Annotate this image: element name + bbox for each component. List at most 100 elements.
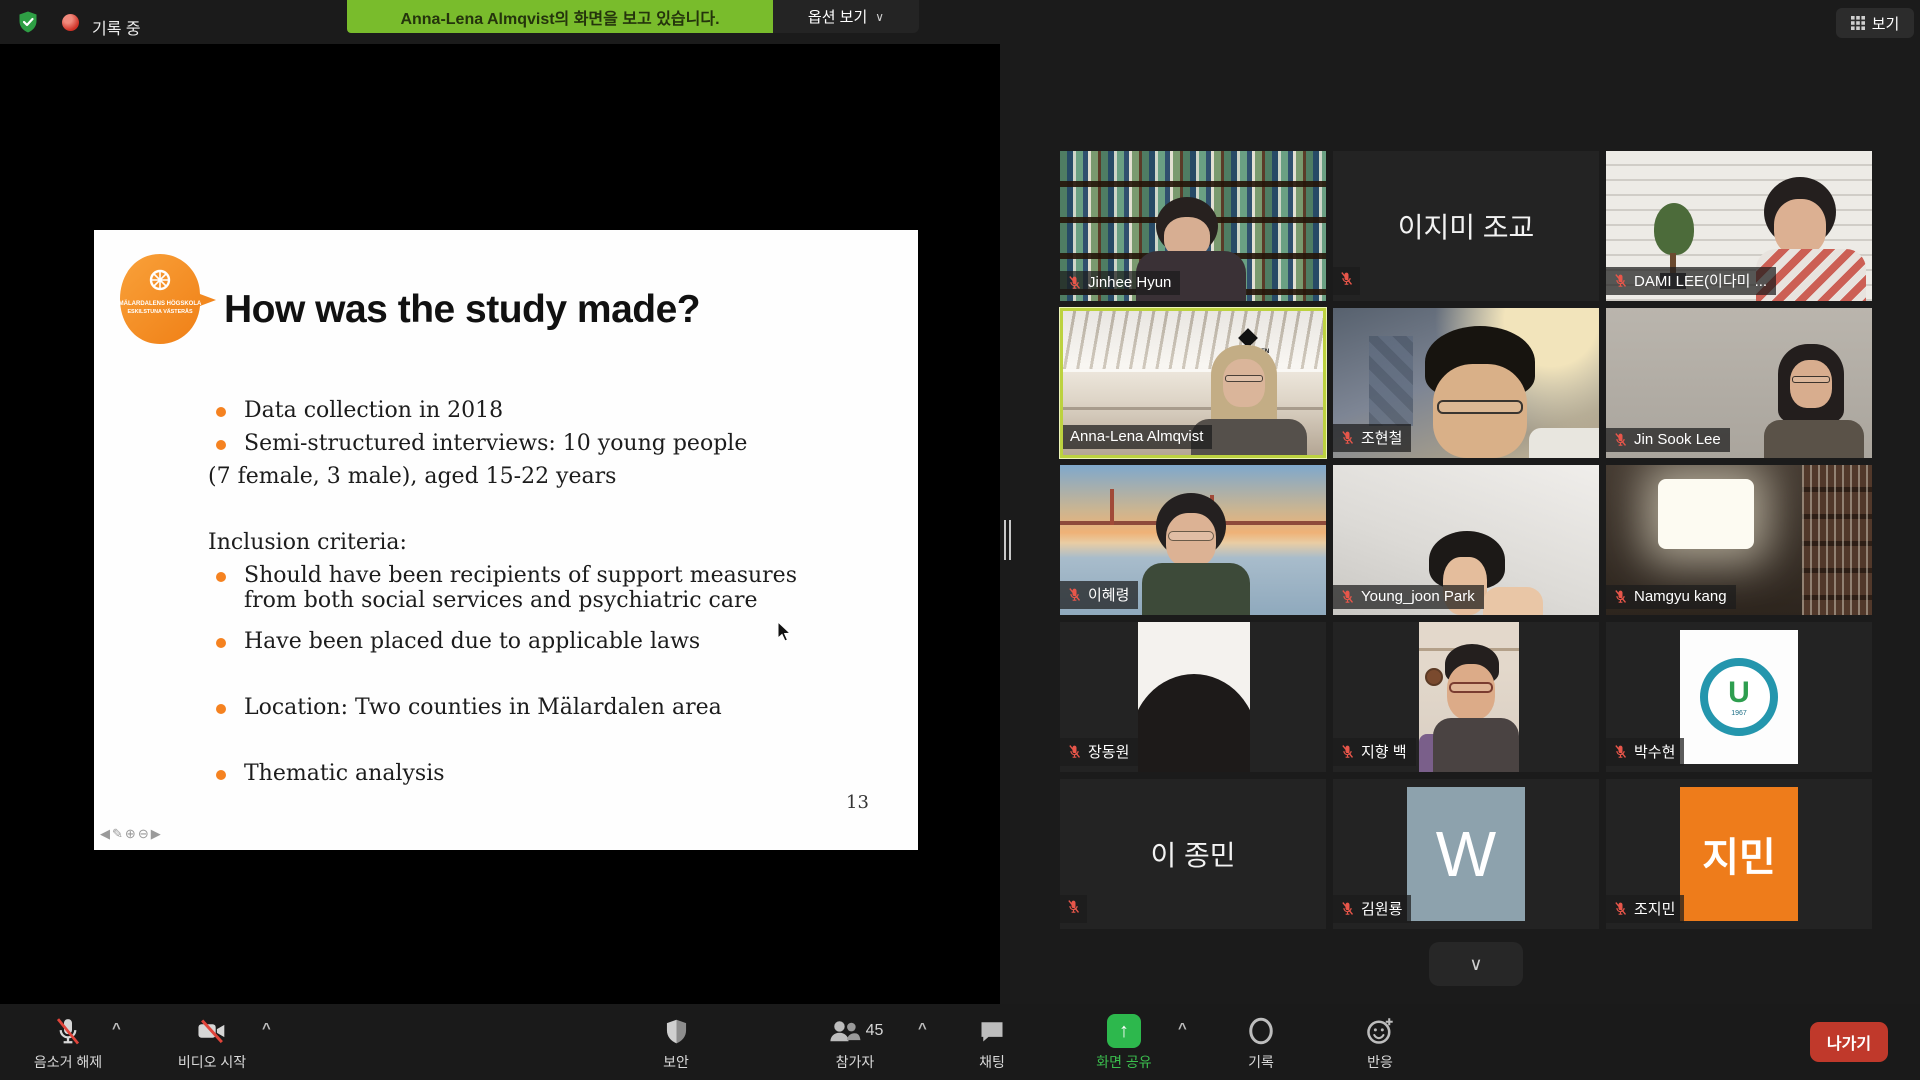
- meeting-toolbar: 음소거 해제 ^ 비디오 시작 ^ 보안: [0, 1004, 1920, 1080]
- participant-name-label: 지향 백: [1333, 738, 1416, 766]
- video-options-caret[interactable]: ^: [262, 1020, 271, 1037]
- video-tile-dami-lee[interactable]: DAMI LEE(이다미 ...: [1606, 151, 1872, 301]
- participant-name-label: 조지민: [1606, 895, 1684, 923]
- muted-mic-icon: [1340, 589, 1355, 604]
- muted-mic-icon: [1613, 589, 1628, 604]
- slide-bullet-line: Should have been recipients of support m…: [214, 563, 814, 613]
- nav-pen-icon: ✎: [112, 826, 125, 841]
- video-tile-anna-lena-almqvist-speaking[interactable]: MÄLARDALEN UNIVERSITY SWEDEN Anna-Lena A…: [1060, 308, 1326, 458]
- participant-name-label: DAMI LEE(이다미 ...: [1606, 267, 1776, 295]
- muted-mic-badge: [1333, 267, 1360, 295]
- bullet-dot-icon: [216, 440, 226, 450]
- chevron-down-icon: ∨: [875, 10, 884, 24]
- view-options-button[interactable]: 옵션 보기 ∨: [773, 0, 919, 33]
- viewing-screen-banner: Anna-Lena Almqvist의 화면을 보고 있습니다.: [347, 0, 773, 33]
- slide-text-line: (7 female, 3 male), aged 15-22 years: [208, 464, 808, 489]
- view-layout-button[interactable]: 보기: [1836, 8, 1914, 38]
- chat-bubble-icon: [978, 1017, 1006, 1045]
- chevron-down-icon: ∨: [1469, 954, 1482, 975]
- slide-page-number: 13: [846, 792, 869, 813]
- video-tile-young-joon-park[interactable]: Young_joon Park: [1333, 465, 1599, 615]
- participant-display-name: 이 종민: [1060, 779, 1326, 929]
- association-logo: U 1967: [1680, 630, 1798, 764]
- participant-name-label: 장동원: [1060, 738, 1138, 766]
- nav-circle-icon: ⊖: [138, 826, 151, 841]
- presentation-slide: MÄLARDALENS HÖGSKOLA ESKILSTUNA VÄSTERÅS…: [94, 230, 918, 850]
- muted-mic-icon: [1340, 744, 1355, 759]
- video-tile-lee-hye-ryeong[interactable]: 이혜령: [1060, 465, 1326, 615]
- nav-prev-icon: ◀: [100, 826, 112, 841]
- nav-circle-icon: ⊕: [125, 826, 138, 841]
- muted-mic-icon: [1340, 901, 1355, 916]
- nav-next-icon: ▶: [151, 826, 163, 841]
- bullet-dot-icon: [216, 572, 226, 582]
- participant-name-label: Anna-Lena Almqvist: [1063, 425, 1212, 449]
- mic-options-caret[interactable]: ^: [112, 1020, 121, 1037]
- video-tile-jang-dong-won[interactable]: 장동원: [1060, 622, 1326, 772]
- muted-mic-icon: [1066, 899, 1081, 914]
- muted-mic-icon: [1613, 432, 1628, 447]
- muted-mic-icon: [1613, 273, 1628, 288]
- participant-name-label: 박수현: [1606, 738, 1684, 766]
- recording-label: 기록 중: [92, 15, 141, 39]
- participant-name-label: Jinhee Hyun: [1060, 271, 1180, 295]
- muted-mic-icon: [1067, 744, 1082, 759]
- muted-mic-icon: [1067, 587, 1082, 602]
- record-button[interactable]: 기록: [1201, 1012, 1321, 1072]
- panel-resize-handle[interactable]: [1004, 520, 1014, 560]
- participants-options-caret[interactable]: ^: [918, 1020, 927, 1037]
- video-tile-jinhee-hyun[interactable]: Jinhee Hyun: [1060, 151, 1326, 301]
- video-tile-jin-sook-lee[interactable]: Jin Sook Lee: [1606, 308, 1872, 458]
- top-bar: 기록 중 Anna-Lena Almqvist의 화면을 보고 있습니다. 옵션…: [0, 0, 1920, 44]
- participants-count: 45: [866, 1022, 884, 1040]
- slide-nav-icons: ◀✎⊕⊖▶: [100, 826, 163, 842]
- muted-mic-icon: [1613, 744, 1628, 759]
- svg-text:MÄLARDALENS HÖGSKOLA: MÄLARDALENS HÖGSKOLA: [119, 300, 202, 307]
- video-tile-cho-hyun-chul[interactable]: 조현철: [1333, 308, 1599, 458]
- mouse-cursor: [777, 621, 793, 643]
- slide-bullet-line: Have been placed due to applicable laws: [214, 629, 814, 654]
- leave-meeting-button[interactable]: 나가기: [1810, 1022, 1888, 1062]
- letter-avatar: W: [1407, 787, 1525, 921]
- slide-bullet-line: Semi-structured interviews: 10 young peo…: [214, 431, 814, 456]
- security-shield-icon[interactable]: [16, 10, 40, 34]
- video-off-icon: [196, 1016, 228, 1046]
- grid-view-icon: [1851, 16, 1865, 30]
- chat-button[interactable]: 채팅: [932, 1012, 1052, 1072]
- slide-bullet-line: Data collection in 2018: [214, 398, 814, 423]
- bullet-dot-icon: [216, 770, 226, 780]
- record-circle-icon: [1246, 1016, 1276, 1046]
- muted-mic-icon: [53, 1016, 83, 1046]
- more-participants-button[interactable]: ∨: [1429, 942, 1523, 986]
- start-video-button[interactable]: 비디오 시작: [152, 1012, 272, 1072]
- security-button[interactable]: 보안: [616, 1012, 736, 1072]
- shared-screen-region: MÄLARDALENS HÖGSKOLA ESKILSTUNA VÄSTERÅS…: [0, 44, 1000, 1004]
- muted-mic-icon: [1613, 901, 1628, 916]
- video-tile-name-only[interactable]: 이 종민: [1060, 779, 1326, 929]
- bullet-dot-icon: [216, 638, 226, 648]
- muted-mic-icon: [1339, 271, 1354, 286]
- video-tile-name-only[interactable]: 이지미 조교: [1333, 151, 1599, 301]
- video-tile-kim-won-ryong[interactable]: W 김원룡: [1333, 779, 1599, 929]
- video-tile-park-su-hyun[interactable]: U 1967 박수현: [1606, 622, 1872, 772]
- participants-button[interactable]: 45 참가자: [795, 1012, 915, 1072]
- participant-name-label: Jin Sook Lee: [1606, 428, 1730, 452]
- share-screen-icon: ↑: [1107, 1014, 1141, 1048]
- share-screen-button[interactable]: ↑ 화면 공유: [1064, 1012, 1184, 1072]
- zoom-meeting-window: MÄLARDALENS HÖGSKOLA ESKILSTUNA VÄSTERÅS…: [0, 0, 1920, 1080]
- slide-bullet-line: Thematic analysis: [214, 761, 814, 786]
- svg-text:ESKILSTUNA VÄSTERÅS: ESKILSTUNA VÄSTERÅS: [127, 308, 192, 315]
- participant-name-label: Young_joon Park: [1333, 585, 1484, 609]
- muted-mic-icon: [1067, 275, 1082, 290]
- bullet-dot-icon: [216, 407, 226, 417]
- reactions-button[interactable]: 반응: [1320, 1012, 1440, 1072]
- recording-indicator-icon: [62, 14, 79, 31]
- slide-title: How was the study made?: [224, 288, 700, 332]
- participant-display-name: 이지미 조교: [1333, 151, 1599, 301]
- unmute-button[interactable]: 음소거 해제: [8, 1012, 128, 1072]
- video-tile-jo-ji-min[interactable]: 지민 조지민: [1606, 779, 1872, 929]
- participant-name-label: 이혜령: [1060, 581, 1138, 609]
- video-tile-namgyu-kang[interactable]: Namgyu kang: [1606, 465, 1872, 615]
- video-tile-jihyang-baek[interactable]: 지향 백: [1333, 622, 1599, 772]
- share-options-caret[interactable]: ^: [1178, 1020, 1187, 1037]
